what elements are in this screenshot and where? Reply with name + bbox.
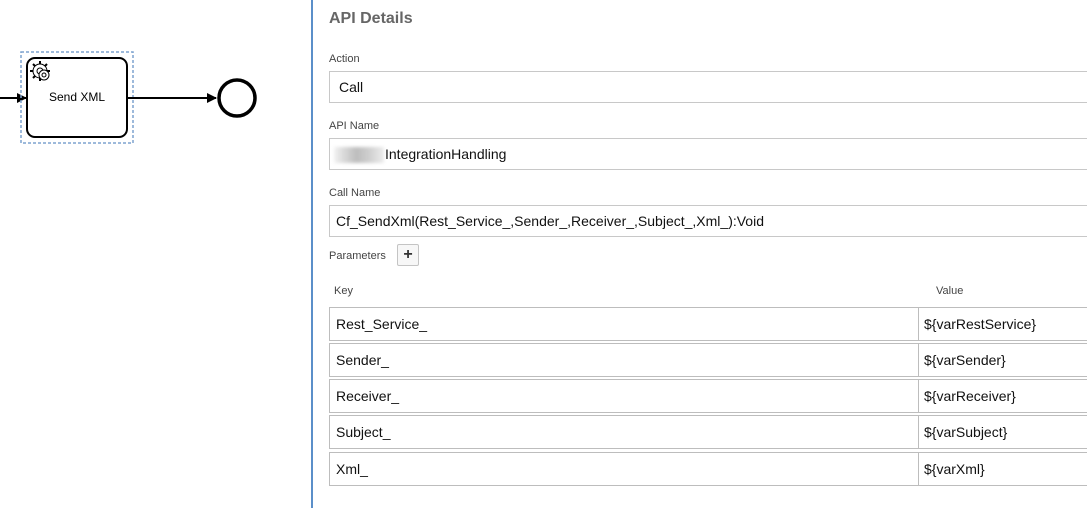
- parameter-row: Subject_ ${varSubject}: [329, 415, 1087, 449]
- task-label: Send XML: [48, 90, 106, 104]
- api-name-label: API Name: [329, 120, 380, 132]
- parameters-label: Parameters: [329, 250, 386, 262]
- parameter-value-input[interactable]: ${varReceiver}: [918, 379, 1087, 413]
- key-column-header: Key: [334, 285, 353, 297]
- parameter-key-input[interactable]: Subject_: [329, 415, 919, 449]
- parameter-value-input[interactable]: ${varSubject}: [918, 415, 1087, 449]
- diagram-canvas[interactable]: Send XML: [0, 0, 312, 508]
- parameter-key-input[interactable]: Receiver_: [329, 379, 919, 413]
- action-label: Action: [329, 53, 360, 65]
- api-name-field[interactable]: IntegrationHandling: [329, 138, 1087, 170]
- action-value: Call: [339, 79, 364, 95]
- service-task-gear-icon: [30, 61, 50, 81]
- panel-title: API Details: [329, 10, 413, 27]
- api-name-value: IntegrationHandling: [385, 146, 507, 162]
- end-event[interactable]: [217, 78, 257, 118]
- parameter-row: Receiver_ ${varReceiver}: [329, 379, 1087, 413]
- add-parameter-button[interactable]: +: [397, 244, 419, 266]
- parameter-row: Rest_Service_ ${varRestService}: [329, 307, 1087, 341]
- api-details-panel: API Details Action Call API Name Integra…: [313, 0, 1087, 508]
- parameter-value-input[interactable]: ${varSender}: [918, 343, 1087, 377]
- redacted-prefix: [334, 147, 384, 164]
- call-name-field[interactable]: Cf_SendXml(Rest_Service_,Sender_,Receive…: [329, 205, 1087, 237]
- parameter-row: Sender_ ${varSender}: [329, 343, 1087, 377]
- diagram-svg: [0, 51, 257, 144]
- parameter-key-input[interactable]: Xml_: [329, 452, 919, 486]
- call-name-label: Call Name: [329, 187, 381, 199]
- parameter-key-input[interactable]: Rest_Service_: [329, 307, 919, 341]
- parameter-value-input[interactable]: ${varXml}: [918, 452, 1087, 486]
- parameter-key-input[interactable]: Sender_: [329, 343, 919, 377]
- value-column-header: Value: [936, 285, 964, 297]
- call-name-value: Cf_SendXml(Rest_Service_,Sender_,Receive…: [336, 213, 764, 229]
- parameter-value-input[interactable]: ${varRestService}: [918, 307, 1087, 341]
- action-field[interactable]: Call: [329, 71, 1087, 103]
- parameter-row: Xml_ ${varXml}: [329, 452, 1087, 486]
